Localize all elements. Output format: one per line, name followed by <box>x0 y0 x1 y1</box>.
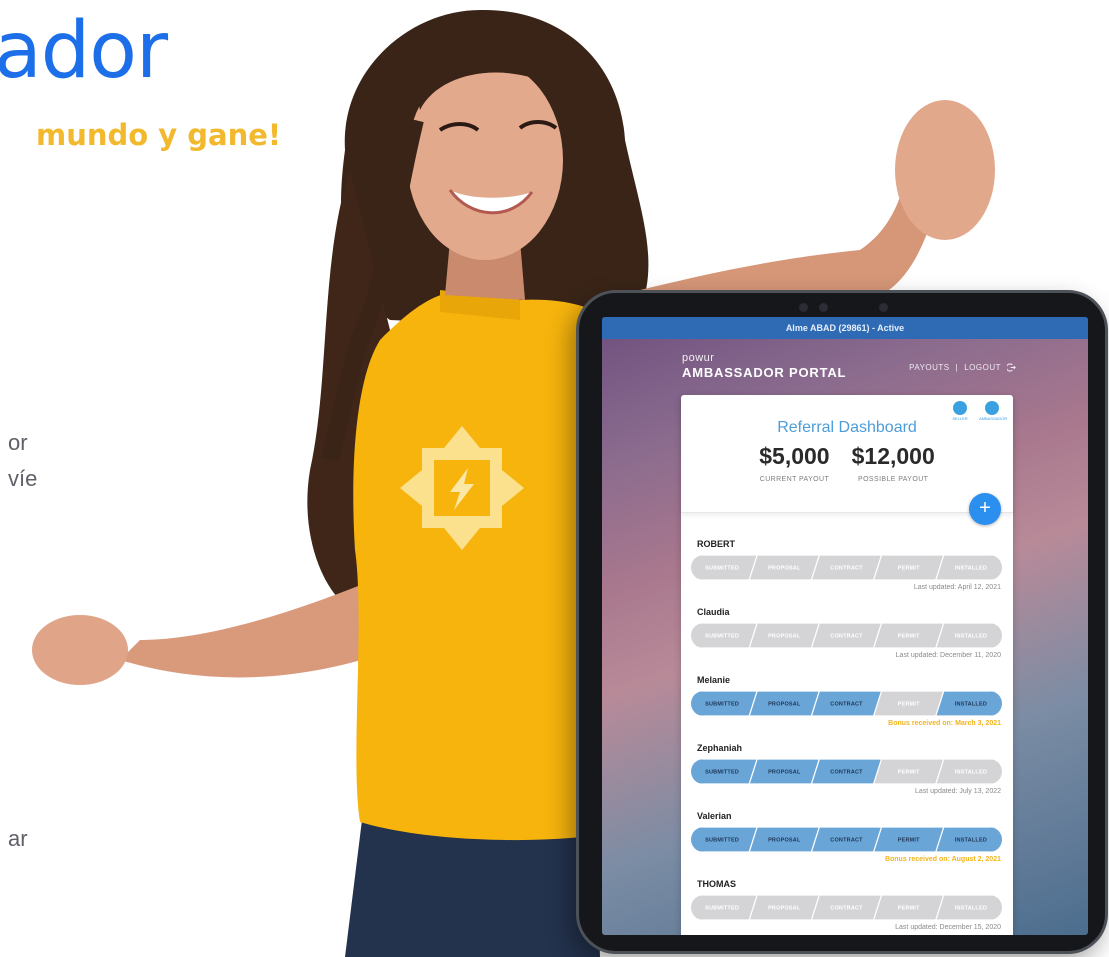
stage-label: PERMIT <box>898 906 920 912</box>
stage-label: CONTRACT <box>830 770 863 776</box>
body-text-fragment: ar <box>8 826 28 851</box>
possible-payout-label: POSSIBLE PAYOUT <box>858 476 929 483</box>
stage-label: PERMIT <box>898 566 920 572</box>
stage-label: CONTRACT <box>830 906 863 912</box>
stage-label: INSTALLED <box>955 566 987 572</box>
stage-label: SUBMITTED <box>705 770 739 776</box>
seller-icon <box>953 401 967 415</box>
nav-separator: | <box>955 363 959 372</box>
referral-progress-bar: SUBMITTED PROPOSAL CONTRACT PERMIT INSTALLED <box>691 827 1002 852</box>
stage-label: CONTRACT <box>830 702 863 708</box>
stage-label: PROPOSAL <box>768 838 801 844</box>
stage-label: PROPOSAL <box>768 770 801 776</box>
payouts-link[interactable]: PAYOUTS <box>909 363 950 372</box>
hero-title: ador <box>0 6 168 96</box>
stage-label: PROPOSAL <box>768 702 801 708</box>
account-status-bar: Alme ABAD (29861) - Active <box>602 317 1088 339</box>
stage-label: SUBMITTED <box>705 838 739 844</box>
last-updated-note: Last updated: April 12, 2021 <box>913 584 1001 591</box>
referral-dashboard-card: SELLER AMBASSADOR Referral Dashboard $5,… <box>681 395 1013 935</box>
camera-dot <box>819 303 828 312</box>
referral-progress-bar: SUBMITTED PROPOSAL CONTRACT PERMIT INSTALLED <box>691 691 1002 716</box>
referral-name: THOMAS <box>697 879 736 889</box>
referral-name: Valerian <box>697 811 732 821</box>
stage-label: PERMIT <box>898 634 920 640</box>
stage-label: INSTALLED <box>955 702 987 708</box>
camera-dot <box>799 303 808 312</box>
role-seller[interactable]: SELLER <box>947 401 973 421</box>
stage-label: INSTALLED <box>955 634 987 640</box>
brand-logo[interactable]: powur AMBASSADOR PORTAL <box>682 352 846 380</box>
logout-link[interactable]: LOGOUT <box>964 363 1001 372</box>
brand-wordmark: powur <box>682 352 715 364</box>
possible-payout: $12,000 POSSIBLE PAYOUT <box>852 443 935 483</box>
referral-row[interactable]: Valerian SUBMITTED PROPOSAL CONTRACT PERMIT I… <box>681 807 1013 875</box>
role-switcher: SELLER AMBASSADOR <box>947 401 1007 421</box>
hero-subtitle: mundo y gane! <box>36 118 282 152</box>
referral-progress-bar: SUBMITTED PROPOSAL CONTRACT PERMIT INSTALLED <box>691 759 1002 784</box>
stage-label: PERMIT <box>898 702 920 708</box>
last-updated-note: Last updated: December 11, 2020 <box>895 652 1001 659</box>
stage-label: CONTRACT <box>830 566 863 572</box>
logout-icon[interactable] <box>1007 363 1016 372</box>
referral-list: ROBERT SUBMITTED PROPOSAL CONTRACT PERMIT INS… <box>681 535 1013 935</box>
stage-label: PROPOSAL <box>768 566 801 572</box>
stage-label: SUBMITTED <box>705 634 739 640</box>
stage-label: INSTALLED <box>955 906 987 912</box>
stage-label: SUBMITTED <box>705 566 739 572</box>
stage-label: INSTALLED <box>955 770 987 776</box>
stage-label: PERMIT <box>898 770 920 776</box>
payout-summary: $5,000 CURRENT PAYOUT $12,000 POSSIBLE P… <box>681 443 1013 483</box>
top-nav: PAYOUTS | LOGOUT <box>909 363 1016 372</box>
referral-row[interactable]: THOMAS SUBMITTED PROPOSAL CONTRACT PERMIT INS… <box>681 875 1013 935</box>
tablet-screen: Alme ABAD (29861) - Active powur AMBASSA… <box>602 317 1088 935</box>
stage-label: CONTRACT <box>830 838 863 844</box>
referral-progress-bar: SUBMITTED PROPOSAL CONTRACT PERMIT INSTALLED <box>691 895 1002 920</box>
referral-row[interactable]: Melanie SUBMITTED PROPOSAL CONTRACT PERMIT IN… <box>681 671 1013 739</box>
current-payout-value: $5,000 <box>759 443 830 469</box>
role-ambassador[interactable]: AMBASSADOR <box>979 401 1007 421</box>
stage-label: SUBMITTED <box>705 906 739 912</box>
referral-name: ROBERT <box>697 539 735 549</box>
bonus-note: Bonus received on: August 2, 2021 <box>884 856 1001 863</box>
referral-row[interactable]: Zephaniah SUBMITTED PROPOSAL CONTRACT PERMIT… <box>681 739 1013 807</box>
stage-label: PERMIT <box>898 838 920 844</box>
referral-name: Zephaniah <box>697 743 743 753</box>
referral-row[interactable]: Claudia SUBMITTED PROPOSAL CONTRACT PERMIT IN… <box>681 603 1013 671</box>
stage-label: PROPOSAL <box>768 906 801 912</box>
stage-label: INSTALLED <box>955 838 987 844</box>
referral-name: Melanie <box>697 675 731 685</box>
possible-payout-value: $12,000 <box>851 443 935 469</box>
referral-progress-bar: SUBMITTED PROPOSAL CONTRACT PERMIT INSTALLED <box>691 555 1002 580</box>
referral-progress-bar: SUBMITTED PROPOSAL CONTRACT PERMIT INSTALLED <box>691 623 1002 648</box>
bonus-note: Bonus received on: March 3, 2021 <box>888 720 1001 727</box>
referral-name: Claudia <box>697 607 730 617</box>
referral-row[interactable]: ROBERT SUBMITTED PROPOSAL CONTRACT PERMIT INS… <box>681 535 1013 603</box>
ambassador-icon <box>985 401 999 415</box>
stage-label: CONTRACT <box>830 634 863 640</box>
current-payout-label: CURRENT PAYOUT <box>759 476 830 483</box>
stage-label: SUBMITTED <box>705 702 739 708</box>
landing-page: ador mundo y gane! or víe ar Alme ABAD (… <box>0 0 1109 957</box>
body-text-fragment: or <box>8 430 28 455</box>
add-referral-button[interactable]: + <box>969 493 1001 525</box>
tablet-device: Alme ABAD (29861) - Active powur AMBASSA… <box>576 290 1108 954</box>
dashboard-header: SELLER AMBASSADOR Referral Dashboard $5,… <box>681 395 1013 525</box>
stage-label: PROPOSAL <box>768 634 801 640</box>
camera-dot <box>879 303 888 312</box>
current-payout: $5,000 CURRENT PAYOUT <box>759 443 829 483</box>
last-updated-note: Last updated: December 15, 2020 <box>895 924 1001 931</box>
portal-title: AMBASSADOR PORTAL <box>682 365 847 380</box>
dashboard-title: Referral Dashboard <box>777 419 917 436</box>
body-text-fragment: víe <box>8 466 38 491</box>
last-updated-note: Last updated: July 13, 2022 <box>914 788 1001 795</box>
